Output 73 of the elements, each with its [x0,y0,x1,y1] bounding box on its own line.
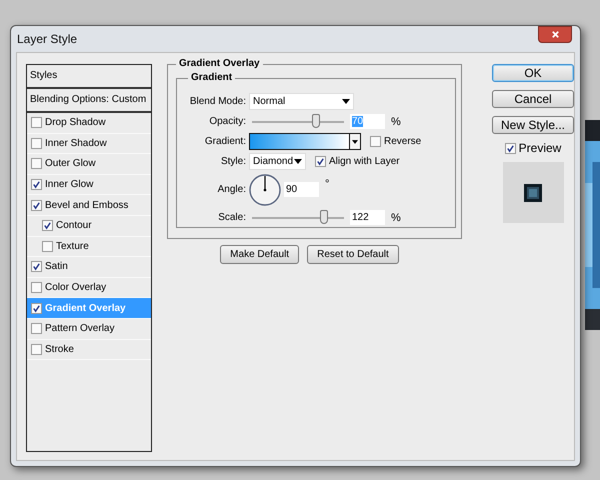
unit-label: % [391,116,401,128]
list-item[interactable]: Texture [27,236,151,258]
caret-icon [294,159,302,164]
checkbox-label: Preview [518,141,562,155]
close-icon [550,30,560,39]
group-title: Gradient [188,72,236,83]
list-item[interactable]: Blending Options: Custom [27,89,151,113]
item-label: Gradient Overlay [45,302,126,314]
angle-field[interactable]: 90 [284,182,319,197]
dialog-button[interactable]: Cancel [492,90,574,108]
field-label: Opacity: [208,116,246,127]
checkbox[interactable] [504,142,516,154]
preview-thumbnail [502,162,564,223]
list-item[interactable]: Drop Shadow [27,113,151,134]
item-label: Inner Shadow [45,138,107,149]
list-header[interactable]: Styles [27,65,151,89]
list-item[interactable]: Inner Glow [27,174,151,196]
panel-title: Gradient Overlay [176,58,263,69]
field-label: Scale: [217,212,246,223]
checkbox[interactable] [42,240,53,252]
checkbox[interactable] [42,220,53,232]
unit-label: ° [325,178,330,190]
checkbox[interactable] [31,323,42,334]
item-label: Drop Shadow [45,117,106,128]
list-item[interactable]: Satin [27,257,151,278]
angle-dial[interactable] [249,174,281,206]
checkbox[interactable] [31,138,42,149]
item-label: Inner Glow [45,179,94,190]
checkbox[interactable] [31,200,42,211]
list-item[interactable]: Inner Shadow [27,134,151,154]
checkbox[interactable] [31,282,42,294]
checkbox[interactable] [370,136,381,147]
caret-icon [342,99,350,104]
checkbox[interactable] [31,302,42,314]
field-label: Gradient: [204,136,246,147]
item-label: Satin [45,261,68,272]
checkbox[interactable] [31,179,42,190]
slider-thumb[interactable] [320,210,328,224]
field-label: Style: [220,156,246,167]
item-label: Contour [56,220,92,232]
scale-field[interactable]: 122 [350,210,385,225]
slider-thumb[interactable] [312,114,320,128]
list-item[interactable]: Pattern Overlay [27,318,151,340]
list-item[interactable]: Stroke [27,340,151,360]
checkbox[interactable] [31,261,42,272]
checkbox-label: Reverse [384,136,422,147]
list-item[interactable]: Contour [27,216,151,237]
item-label: Pattern Overlay [45,323,114,334]
list-item[interactable]: Bevel and Emboss [27,195,151,216]
checkbox[interactable] [31,344,42,355]
item-label: Bevel and Emboss [45,200,128,211]
dialog-button[interactable]: New Style... [492,116,574,134]
panel-button[interactable]: Make Default [220,245,300,264]
checkbox[interactable] [315,156,326,167]
unit-label: % [391,212,401,224]
item-label: Color Overlay [45,282,106,294]
blend-mode-dropdown[interactable]: Normal [249,93,354,110]
item-label: Outer Glow [45,158,96,170]
panel-button[interactable]: Reset to Default [307,245,399,264]
dialog-button[interactable]: OK [492,64,574,82]
checkbox[interactable] [31,158,42,170]
field-label: Angle: [216,184,246,195]
gradient-picker[interactable] [249,133,361,150]
close-button[interactable] [538,26,572,43]
style-dropdown[interactable]: Diamond [249,153,306,170]
checkbox[interactable] [31,117,42,128]
window-title: Layer Style [17,32,78,46]
list-item[interactable]: Outer Glow [27,154,151,175]
caret-icon [352,140,358,144]
item-label: Texture [56,240,89,252]
field-label: Blend Mode: [188,96,246,107]
item-label: Stroke [45,344,74,355]
checkbox-label: Align with Layer [329,156,400,167]
